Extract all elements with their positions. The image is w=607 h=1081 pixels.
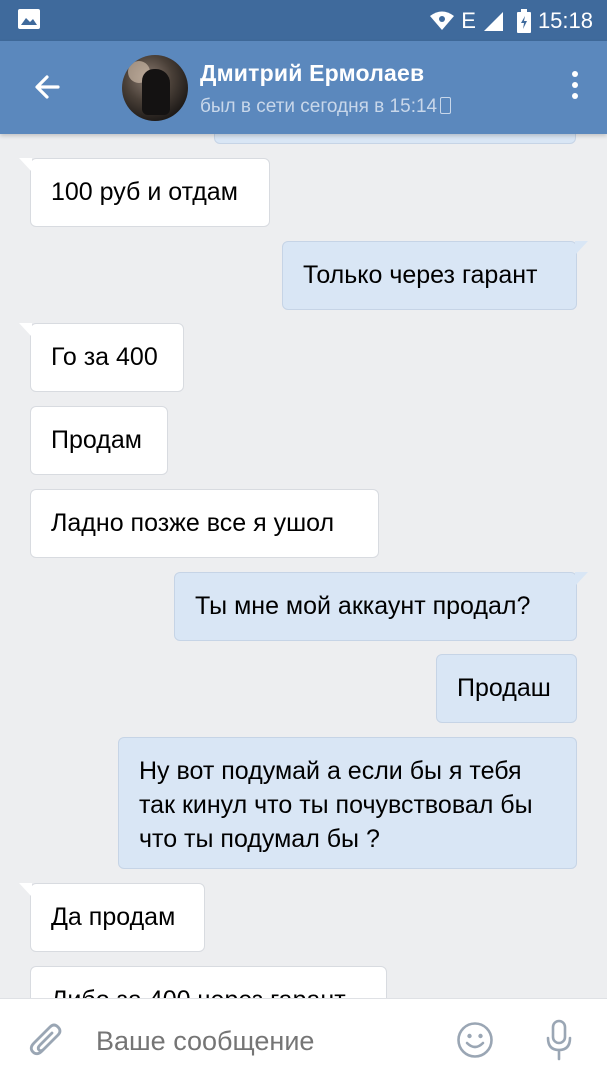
wifi-icon — [430, 11, 455, 30]
message-outgoing[interactable]: Только через гарант — [282, 241, 588, 310]
back-arrow-icon[interactable] — [28, 67, 68, 107]
message-text: Да продам — [51, 903, 176, 931]
message-text: Ну вот подумай а если бы я тебя так кину… — [139, 757, 533, 853]
message-incoming[interactable]: Либо за 400 через гарант — [30, 966, 387, 998]
message-incoming[interactable]: Го за 400 — [19, 323, 184, 392]
chat-header: Дмитрий Ермолаев был в сети сегодня в 15… — [0, 41, 607, 134]
network-type: E — [461, 8, 476, 33]
message-text: Либо за 400 через гарант — [51, 986, 346, 998]
last-seen-text: был в сети сегодня в 15:14 — [200, 96, 438, 117]
message-text: Только через гарант — [303, 261, 538, 289]
contact-status: был в сети сегодня в 15:14 — [200, 96, 452, 118]
message-text: Продаш — [457, 674, 551, 702]
message-incoming[interactable]: Продам — [30, 406, 168, 475]
paperclip-icon[interactable] — [28, 1021, 66, 1061]
image-notification-icon — [18, 9, 40, 29]
battery-icon — [516, 9, 531, 33]
status-bar: E 15:18 — [0, 0, 607, 41]
message-incoming[interactable]: Да продам — [19, 883, 205, 952]
status-time: 15:18 — [537, 8, 593, 33]
message-text: Ладно позже все я ушол — [51, 509, 335, 537]
message-text: 100 руб и отдам — [51, 178, 238, 206]
message-incoming[interactable]: 100 руб и отдам — [19, 158, 270, 227]
contact-name[interactable]: Дмитрий Ермолаев — [200, 60, 424, 87]
message-input[interactable] — [96, 1021, 426, 1061]
message-outgoing[interactable]: Ну вот подумай а если бы я тебя так кину… — [118, 737, 577, 869]
mobile-icon — [440, 97, 452, 114]
avatar[interactable] — [122, 55, 188, 121]
message-text: Продам — [51, 426, 142, 454]
message-text: Го за 400 — [51, 343, 158, 371]
message-composer — [0, 998, 607, 1081]
emoji-icon[interactable] — [456, 1021, 494, 1059]
more-options-icon[interactable] — [569, 71, 581, 107]
message-incoming[interactable]: Ладно позже все я ушол — [30, 489, 379, 558]
message-text: Ты мне мой аккаунт продал? — [195, 592, 531, 620]
microphone-icon[interactable] — [544, 1019, 574, 1061]
message-list[interactable]: 100 руб и отдам Только через гарант Го з… — [0, 134, 607, 998]
message-outgoing[interactable]: Продаш — [436, 654, 577, 723]
signal-icon — [483, 12, 503, 31]
message-outgoing[interactable]: Ты мне мой аккаунт продал? — [174, 572, 588, 641]
